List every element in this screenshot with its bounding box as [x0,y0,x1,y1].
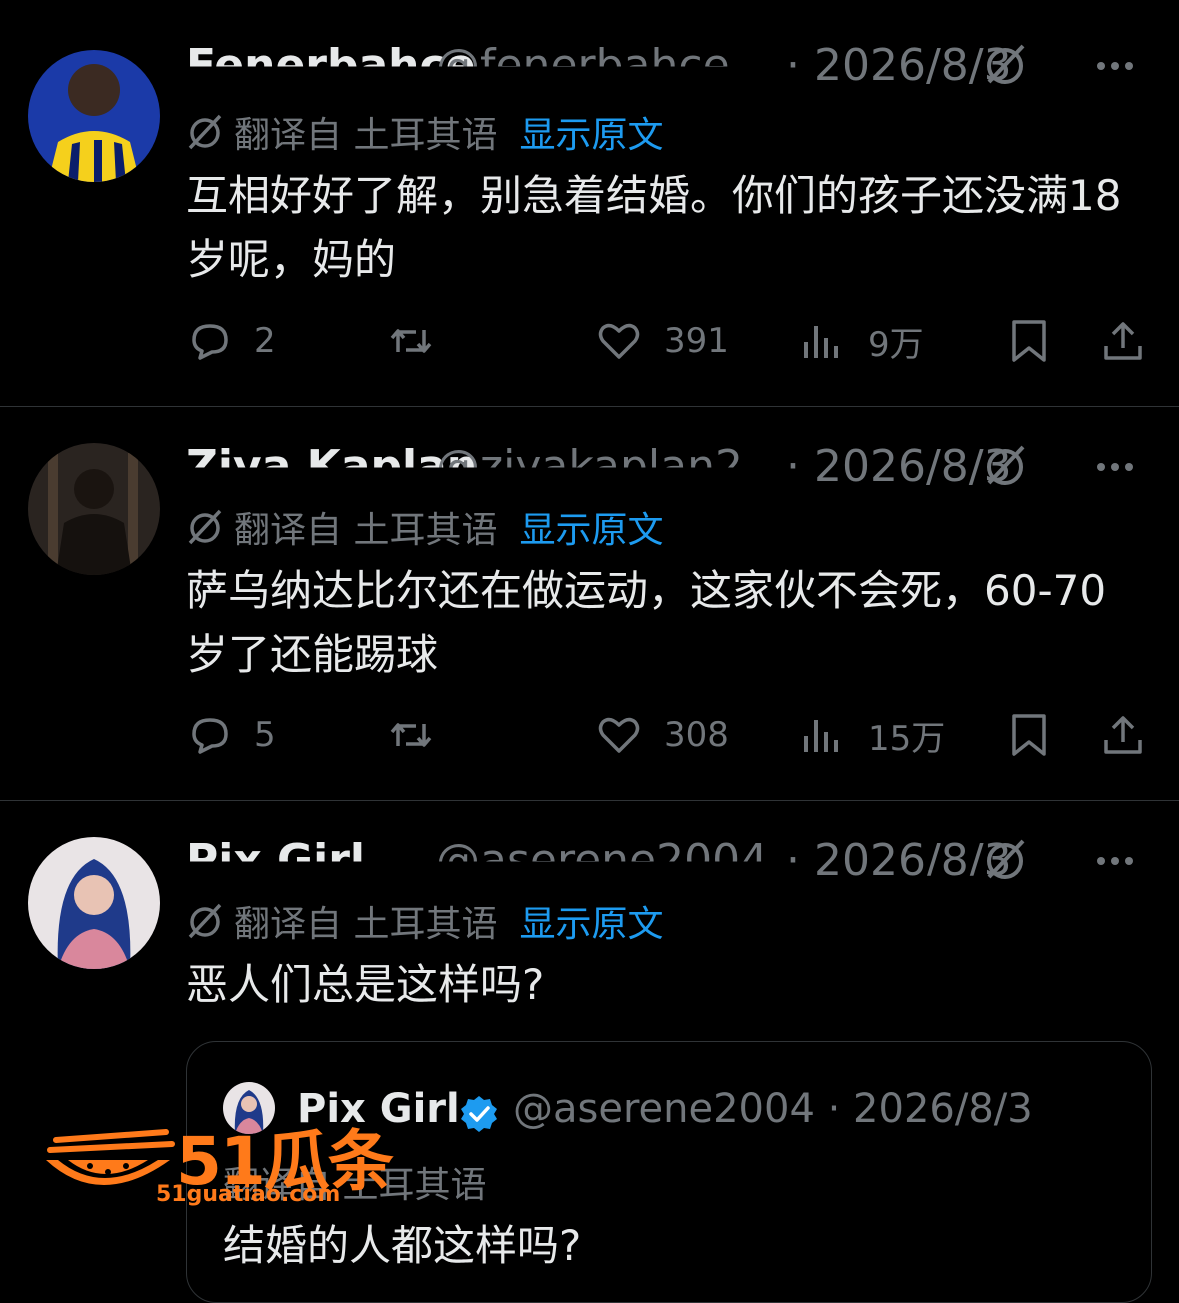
tweet-date[interactable]: · 2026/8/3 [786,441,1012,492]
quote-text: 结婚的人都这样吗? [223,1221,582,1270]
reply-count: 2 [254,321,276,361]
author-handle[interactable]: @fenerbahce... [436,40,772,67]
quote-author-handle: @aserene2004 · 2026/8/3 [513,1086,1033,1132]
tweet-date[interactable]: · 2026/8/3 [786,40,1012,91]
tweet-2[interactable]: Ziya Kaplan @ziyakaplan2... · 2026/8/3 翻… [0,407,1179,800]
show-original-link[interactable]: 显示原文 [519,115,663,156]
translate-icon [188,903,222,939]
retweet-button[interactable] [388,316,456,366]
author-handle[interactable]: @aserene2004 [436,835,768,862]
like-button[interactable]: 391 [596,316,729,366]
more-icon[interactable] [1091,46,1139,86]
tweet-text: 恶人们总是这样吗? [186,960,545,1009]
share-icon [1104,716,1142,754]
like-count: 391 [664,321,729,361]
like-button[interactable]: 308 [596,710,729,760]
translation-notice: 翻译自 土耳其语 显示原文 [186,501,663,551]
views-count: 9万 [868,324,924,365]
reply-button[interactable]: 2 [186,316,276,366]
views-count: 15万 [868,718,946,759]
views-button[interactable]: 15万 [800,710,945,760]
reply-button[interactable]: 5 [186,710,276,760]
more-icon[interactable] [1091,447,1139,487]
share-button[interactable] [1100,316,1168,366]
author-handle[interactable]: @ziyakaplan2... [436,441,785,468]
action-bar: 2 391 9万 [186,316,1146,366]
translate-icon [188,509,222,545]
like-count: 308 [664,715,729,755]
retweet-button[interactable] [388,710,456,760]
show-original-link[interactable]: 显示原文 [519,510,663,551]
bookmark-button[interactable] [1006,316,1074,366]
reply-icon [192,324,228,360]
avatar[interactable] [28,837,160,969]
author-name[interactable]: Ziya Kaplan [186,441,478,468]
translated-from-label: 翻译自 土耳其语 [234,904,498,945]
tweet-date[interactable]: · 2026/8/3 [786,835,1012,876]
translate-icon [188,114,222,150]
translated-from-label: 翻译自 土耳其语 [234,115,498,156]
show-original-link[interactable]: 显示原文 [519,904,663,945]
tweet-text: 互相好好了解，别急着结婚。你们的孩子还没满18岁呢，妈的 [186,171,1122,284]
avatar[interactable] [28,443,160,575]
bookmark-icon [1012,714,1046,756]
translation-notice: 翻译自 土耳其语 显示原文 [186,106,663,156]
views-button[interactable]: 9万 [800,316,924,366]
bookmark-button[interactable] [1006,710,1074,760]
grok-icon[interactable] [981,835,1029,883]
reply-icon [192,718,228,754]
translation-notice: 翻译自 土耳其语 显示原文 [186,895,663,945]
grok-icon[interactable] [981,441,1029,489]
author-name[interactable]: Fenerbahçe [186,40,475,67]
watermark-url: 51guatiao.com [156,1182,341,1207]
avatar[interactable] [28,50,160,182]
translated-from-label: 翻译自 土耳其语 [234,510,498,551]
retweet-icon [390,329,432,353]
share-button[interactable] [1100,710,1168,760]
like-icon [598,323,640,359]
views-icon [804,720,838,752]
share-icon [1104,322,1142,360]
tweet-1[interactable]: Fenerbahçe @fenerbahce... · 2026/8/3 翻译自… [0,0,1179,406]
action-bar: 5 308 15万 [186,710,1146,760]
bookmark-icon [1012,320,1046,362]
like-icon [598,717,640,753]
grok-icon[interactable] [981,40,1029,88]
retweet-icon [390,723,432,747]
reply-count: 5 [254,715,276,755]
author-name[interactable]: Pix Girl [186,835,365,862]
verified-icon [461,1096,497,1132]
views-icon [804,326,838,358]
tweet-text: 萨乌纳达比尔还在做运动，这家伙不会死，60-70岁了还能踢球 [186,566,1107,679]
more-icon[interactable] [1091,841,1139,881]
